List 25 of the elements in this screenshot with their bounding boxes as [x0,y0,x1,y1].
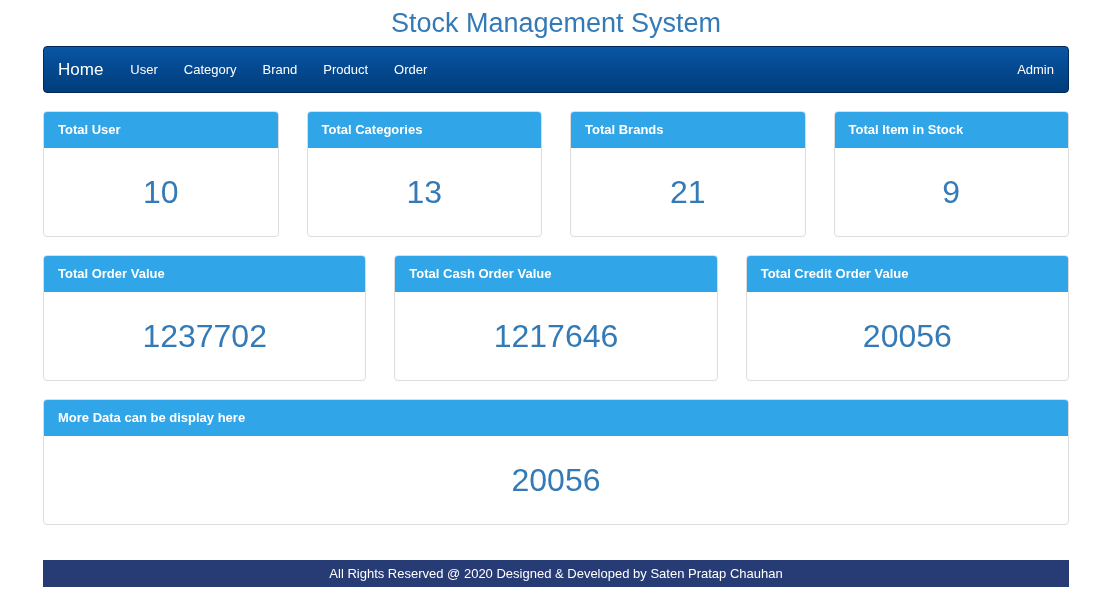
nav-link[interactable]: Product [310,59,382,80]
card-header: Total Item in Stock [834,112,1068,148]
card-header: Total Order Value [44,256,366,292]
footer: All Rights Reserved @ 2020 Designed & Developed by Saten Pratap Chauhan [43,560,1069,587]
page-title: Stock Management System [390,6,722,40]
stat-value: 13 [406,173,443,212]
nav-link[interactable]: Admin [1017,59,1054,80]
card-header: Total Categories [307,112,541,148]
stat-value: 1237702 [142,317,267,356]
card-header: Total User [44,112,278,148]
card-header: More Data can be display here [44,400,1068,436]
stat-value: 20056 [511,461,601,500]
nav-link[interactable]: Order [381,59,441,80]
stat-value: 21 [669,173,706,212]
card-header: Total Credit Order Value [746,256,1068,292]
nav-brand-link[interactable]: Home [58,56,104,83]
stat-value: 9 [942,173,961,212]
stat-value: 1217646 [493,317,619,356]
card-header: Total Cash Order Value [395,256,717,292]
nav-link[interactable]: User [117,59,171,80]
nav-link[interactable]: Category [170,59,250,80]
stat-value: 10 [142,173,179,212]
nav-link[interactable]: Brand [249,59,311,80]
stat-value: 20056 [862,317,952,356]
card-header: Total Brands [571,112,805,148]
